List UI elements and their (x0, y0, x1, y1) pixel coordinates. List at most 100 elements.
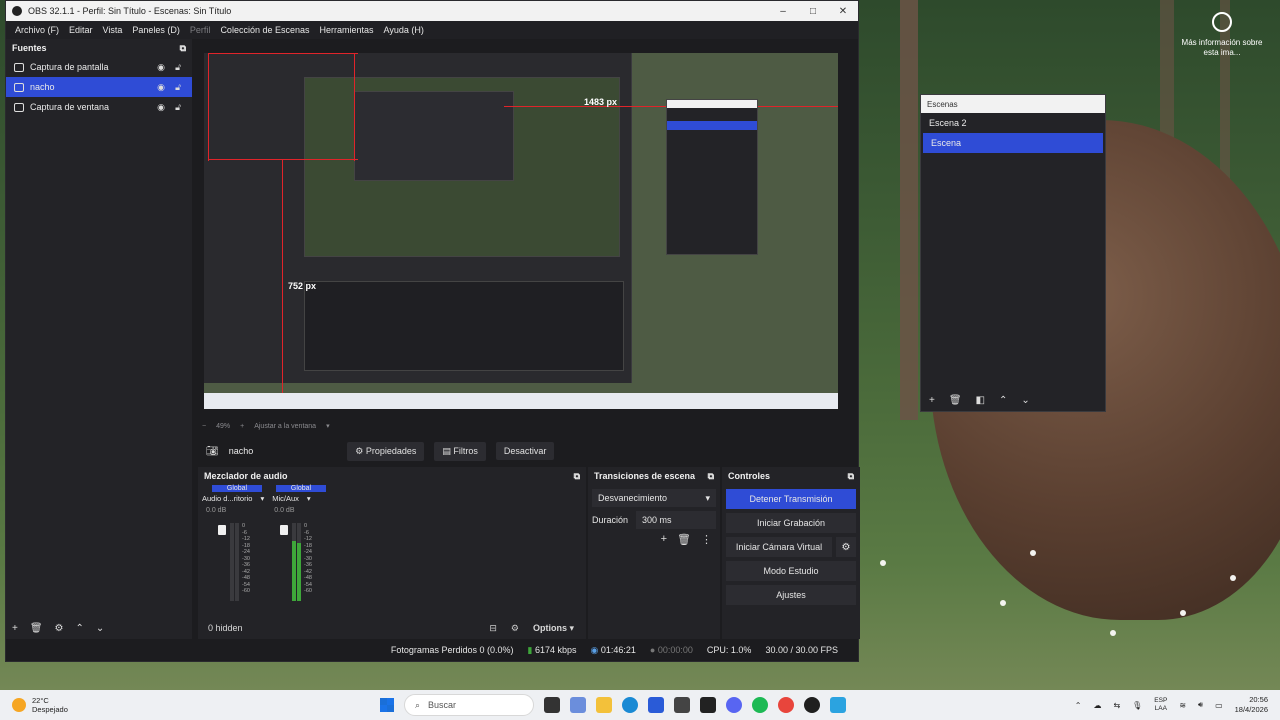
scene-item-escena-2[interactable]: Escena 2 (921, 113, 1105, 133)
volume-slider-knob[interactable] (218, 525, 226, 535)
chrome-icon[interactable] (778, 697, 794, 713)
wifi-icon[interactable]: ≋ (1179, 701, 1186, 710)
stop-stream-button[interactable]: Detener Transmisión (726, 489, 856, 509)
menu-editar[interactable]: Editar (64, 25, 98, 35)
guide-line-top (208, 53, 358, 54)
chevron-up-icon[interactable]: ⌃ (76, 623, 84, 634)
gear-icon[interactable]: ⚙ (836, 537, 856, 557)
visibility-eye-icon[interactable]: ◉ (155, 82, 167, 93)
obs-icon[interactable] (804, 697, 820, 713)
chevron-down-icon[interactable]: ⌄ (1021, 395, 1029, 406)
filters-button[interactable]: ▤ Filtros (434, 441, 486, 461)
undock-icon[interactable]: ⧉ (180, 43, 186, 54)
undock-icon[interactable]: ⧉ (708, 471, 714, 482)
maximize-button[interactable]: □ (798, 6, 828, 17)
menu-coleccion-escenas[interactable]: Colección de Escenas (215, 25, 314, 35)
menu-ayuda[interactable]: Ayuda (H) (379, 25, 429, 35)
advanced-audio-icon[interactable]: ⚙ (511, 623, 519, 634)
minimize-button[interactable]: – (768, 6, 798, 17)
close-button[interactable]: ✕ (828, 6, 858, 17)
trash-icon[interactable]: 🗑︎ (677, 533, 691, 546)
filter-icon[interactable]: ◧ (976, 395, 985, 406)
language-indicator[interactable]: ESP LAA (1154, 697, 1167, 713)
title-bar[interactable]: OBS 32.1.1 - Perfil: Sin Título - Escena… (6, 1, 858, 21)
volume-meter-desktop[interactable]: 0 -6 -12 -18 -24 -30 -36 -42 -48 -54 -60 (218, 523, 254, 601)
weather-widget[interactable]: 22°C Despejado (0, 696, 300, 714)
lock-icon[interactable]: 🔓︎ (172, 82, 184, 93)
studio-mode-button[interactable]: Modo Estudio (726, 561, 856, 581)
zoom-out-icon[interactable]: − (202, 423, 206, 430)
edge-icon[interactable] (622, 697, 638, 713)
start-recording-button[interactable]: Iniciar Grabación (726, 513, 856, 533)
copilot-icon[interactable] (570, 697, 586, 713)
app-icon[interactable] (674, 697, 690, 713)
add-transition-icon[interactable]: + (661, 533, 667, 546)
taskbar-search[interactable]: ⌕ Buscar (404, 694, 534, 716)
settings-button[interactable]: Ajustes (726, 585, 856, 605)
source-label: nacho (30, 82, 55, 92)
clock[interactable]: 20:56 18/4/2026 (1235, 695, 1268, 715)
chevron-down-icon[interactable]: ⌄ (96, 623, 104, 634)
system-tray: ⌃ ☁ ⇆ 🎙︎ ESP LAA ≋ 🔊︎ ▭ 20:56 18/4/2026 (1075, 690, 1268, 720)
menu-herramientas[interactable]: Herramientas (315, 25, 379, 35)
source-item-captura-ventana[interactable]: Captura de ventana ◉ 🔓︎ (6, 97, 192, 117)
volume-slider-knob[interactable] (280, 525, 288, 535)
gear-icon[interactable]: ⚙ (55, 623, 64, 634)
add-scene-icon[interactable]: + (929, 395, 935, 406)
undock-icon[interactable]: ⧉ (574, 471, 580, 482)
microphone-icon[interactable]: 🎙︎ (1132, 701, 1142, 710)
start-virtual-cam-button[interactable]: Iniciar Cámara Virtual (726, 537, 832, 557)
trash-icon[interactable]: 🗑︎ (30, 623, 43, 634)
app-f-icon[interactable] (830, 697, 846, 713)
battery-icon[interactable]: ▭ (1215, 701, 1223, 710)
menu-perfil[interactable]: Perfil (185, 25, 216, 35)
task-view-icon[interactable] (544, 697, 560, 713)
network-share-icon[interactable]: ⇆ (1113, 701, 1120, 710)
visibility-eye-icon[interactable]: ◉ (155, 62, 167, 73)
lock-icon[interactable]: 🔓︎ (172, 102, 184, 113)
spotify-icon[interactable] (752, 697, 768, 713)
scene-item-escena[interactable]: Escena (923, 133, 1103, 153)
transition-select[interactable]: Desvanecimiento ▾ (592, 489, 716, 507)
selected-source-name: nacho (228, 446, 254, 456)
deactivate-button[interactable]: Desactivar (495, 442, 555, 460)
options-dropdown[interactable]: Options ▾ (533, 623, 574, 634)
nested-docks (304, 281, 624, 371)
channel-menu-icon[interactable]: ▾ (260, 494, 264, 503)
channel-name-desktop: Audio d...ritorio (202, 494, 253, 503)
zoom-in-icon[interactable]: + (240, 423, 244, 430)
store-icon[interactable] (648, 697, 664, 713)
file-explorer-icon[interactable] (596, 697, 612, 713)
nested-obs-capture (204, 53, 632, 383)
mixer-channel-tags: Global Global (198, 485, 586, 492)
volume-icon[interactable]: 🔊︎ (1198, 700, 1203, 710)
volume-meter-mic[interactable]: 0 -6 -12 -18 -24 -30 -36 -42 -48 -54 -60 (280, 523, 316, 601)
start-icon[interactable] (380, 698, 394, 712)
menu-archivo[interactable]: Archivo (F) (10, 25, 64, 35)
visibility-eye-icon[interactable]: ◉ (155, 102, 167, 113)
stream-time: ◉ 01:46:21 (590, 644, 636, 655)
layout-icon[interactable]: ⊟ (489, 623, 497, 634)
scenes-title-bar[interactable]: Escenas (921, 95, 1105, 113)
desktop-info-widget[interactable]: Más información sobre esta ima... (1180, 12, 1264, 58)
chevron-up-icon[interactable]: ⌃ (999, 395, 1007, 406)
chevron-up-icon[interactable]: ⌃ (1075, 701, 1082, 710)
more-icon[interactable]: ⋮ (701, 533, 712, 546)
source-item-captura-pantalla[interactable]: Captura de pantalla ◉ 🔓︎ (6, 57, 192, 77)
channel-db-desktop: 0.0 dB (206, 507, 227, 514)
github-icon[interactable] (700, 697, 716, 713)
properties-button[interactable]: ⚙ Propiedades (347, 441, 425, 461)
undock-icon[interactable]: ⧉ (848, 471, 854, 482)
trash-icon[interactable]: 🗑︎ (949, 395, 962, 406)
duration-input[interactable]: 300 ms (636, 511, 716, 529)
lock-icon[interactable]: 🔓︎ (172, 62, 184, 73)
menu-paneles[interactable]: Paneles (D) (127, 25, 185, 35)
menu-vista[interactable]: Vista (98, 25, 128, 35)
channel-menu-icon[interactable]: ▾ (307, 494, 311, 503)
cloud-icon[interactable]: ☁ (1093, 701, 1101, 710)
chevron-down-icon[interactable]: ▾ (326, 422, 330, 430)
add-source-icon[interactable]: + (12, 623, 18, 634)
source-item-nacho[interactable]: nacho ◉ 🔓︎ (6, 77, 192, 97)
preview-canvas[interactable]: 1483 px 752 px (204, 53, 838, 409)
discord-icon[interactable] (726, 697, 742, 713)
